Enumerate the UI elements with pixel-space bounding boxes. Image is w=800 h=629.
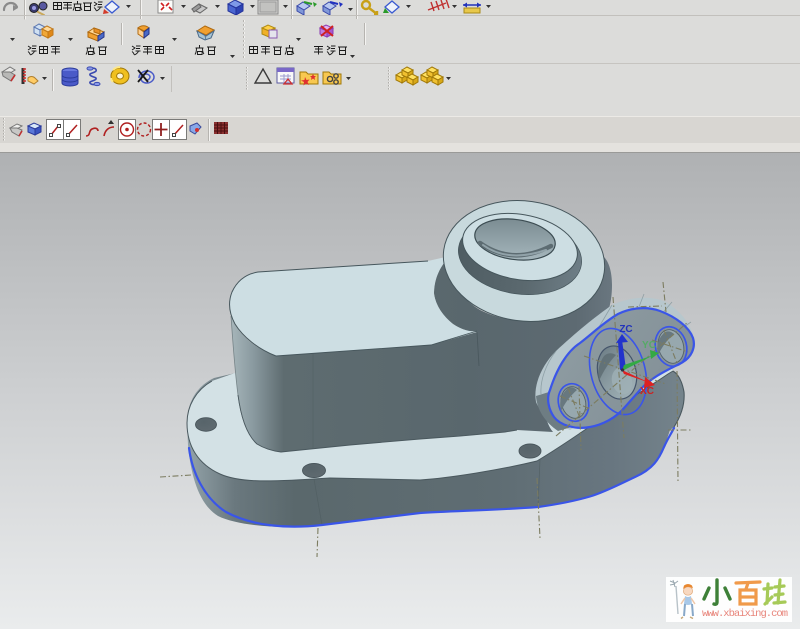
- svg-text:www.xbaixing.com: www.xbaixing.com: [702, 608, 788, 620]
- svg-text:YC: YC: [642, 340, 656, 351]
- svg-text:ZC: ZC: [619, 324, 632, 335]
- svg-text:XC: XC: [640, 386, 654, 397]
